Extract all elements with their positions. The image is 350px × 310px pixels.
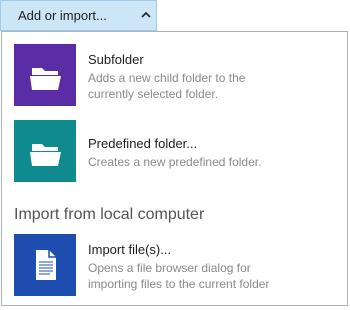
import-files-tile — [14, 234, 76, 296]
menu-item-predefined-folder[interactable]: Predefined folder... Creates a new prede… — [2, 108, 347, 196]
predefined-folder-description: Creates a new predefined folder. — [88, 155, 262, 169]
folder-icon — [30, 144, 61, 166]
chevron-up-icon — [141, 11, 151, 18]
predefined-folder-tile — [14, 120, 76, 182]
subfolder-description: Adds a new child folder to the currently… — [88, 71, 246, 101]
menu-item-import-files[interactable]: Import file(s)... Opens a file browser d… — [2, 222, 347, 310]
import-files-title: Import file(s)... — [88, 242, 172, 257]
add-import-dropdown-panel: Subfolder Adds a new child folder to the… — [1, 31, 348, 306]
menu-item-subfolder[interactable]: Subfolder Adds a new child folder to the… — [2, 32, 347, 120]
folder-icon — [30, 68, 61, 90]
add-or-import-label: Add or import... — [18, 8, 107, 23]
subfolder-tile — [14, 44, 76, 106]
file-icon — [36, 250, 56, 280]
toolbar: Add or import... — [0, 0, 350, 32]
add-or-import-button[interactable]: Add or import... — [0, 0, 157, 31]
import-files-description: Opens a file browser dialog for importin… — [88, 261, 270, 291]
subfolder-title: Subfolder — [88, 52, 144, 67]
predefined-folder-title: Predefined folder... — [88, 136, 198, 151]
